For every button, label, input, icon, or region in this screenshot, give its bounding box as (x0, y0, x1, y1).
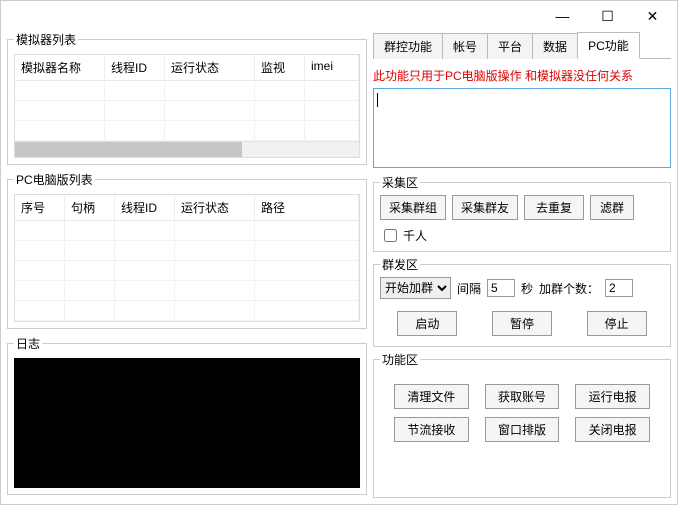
send-group: 群发区 开始加群 间隔 秒 加群个数： 启动 暂停 停止 (373, 256, 671, 347)
col-header[interactable]: 线程ID (115, 195, 175, 220)
col-header[interactable]: 运行状态 (175, 195, 255, 220)
throttle-recv-button[interactable]: 节流接收 (394, 417, 469, 442)
warning-text: 此功能只用于PC电脑版操作 和模拟器没任何关系 (373, 65, 671, 88)
table-row[interactable] (15, 301, 359, 321)
col-header[interactable]: 模拟器名称 (15, 55, 105, 80)
dedup-button[interactable]: 去重复 (524, 195, 584, 220)
thousand-checkbox-text: 千人 (403, 227, 427, 244)
collect-group: 采集区 采集群组 采集群友 去重复 滤群 千人 (373, 174, 671, 252)
minimize-button[interactable]: — (540, 2, 585, 30)
emulator-list-legend: 模拟器列表 (14, 31, 78, 48)
col-header[interactable]: imei (305, 55, 359, 80)
col-header[interactable]: 运行状态 (165, 55, 255, 80)
tab-group-control[interactable]: 群控功能 (373, 33, 443, 59)
log-group: 日志 (7, 335, 367, 495)
table-row[interactable] (15, 221, 359, 241)
tab-bar: 群控功能 帐号 平台 数据 PC功能 (373, 31, 671, 59)
pc-list-legend: PC电脑版列表 (14, 171, 95, 188)
emulator-grid[interactable]: 模拟器名称 线程ID 运行状态 监视 imei (14, 54, 360, 158)
col-header[interactable]: 监视 (255, 55, 305, 80)
tab-data[interactable]: 数据 (532, 33, 578, 59)
maximize-button[interactable]: ☐ (585, 2, 630, 30)
collect-legend: 采集区 (380, 174, 420, 191)
stop-button[interactable]: 停止 (587, 311, 647, 336)
count-label: 加群个数： (539, 280, 599, 297)
table-row[interactable] (15, 281, 359, 301)
interval-label: 间隔 (457, 280, 481, 297)
table-row[interactable] (15, 261, 359, 281)
thousand-checkbox[interactable] (384, 229, 397, 242)
pc-grid[interactable]: 序号 句柄 线程ID 运行状态 路径 (14, 194, 360, 322)
emulator-list-group: 模拟器列表 模拟器名称 线程ID 运行状态 监视 imei (7, 31, 367, 165)
function-group: 功能区 清理文件 获取账号 运行电报 节流接收 窗口排版 关闭电报 (373, 351, 671, 498)
start-button[interactable]: 启动 (397, 311, 457, 336)
collect-group-button[interactable]: 采集群组 (380, 195, 446, 220)
col-header[interactable]: 句柄 (65, 195, 115, 220)
send-legend: 群发区 (380, 256, 420, 273)
thousand-checkbox-label[interactable]: 千人 (380, 226, 427, 245)
log-output (14, 358, 360, 488)
main-textarea[interactable] (373, 88, 671, 168)
close-button[interactable]: ✕ (630, 2, 675, 30)
tab-account[interactable]: 帐号 (442, 33, 488, 59)
pc-list-group: PC电脑版列表 序号 句柄 线程ID 运行状态 路径 (7, 171, 367, 329)
close-telegram-button[interactable]: 关闭电报 (575, 417, 650, 442)
pause-button[interactable]: 暂停 (492, 311, 552, 336)
tab-pc-function[interactable]: PC功能 (577, 32, 640, 59)
col-header[interactable]: 序号 (15, 195, 65, 220)
table-row[interactable] (15, 101, 359, 121)
col-header[interactable]: 线程ID (105, 55, 165, 80)
log-legend: 日志 (14, 335, 42, 352)
count-input[interactable] (605, 279, 633, 297)
app-window: — ☐ ✕ 模拟器列表 模拟器名称 线程ID 运行状态 监视 imei (0, 0, 678, 505)
seconds-label: 秒 (521, 280, 533, 297)
get-account-button[interactable]: 获取账号 (485, 384, 560, 409)
table-row[interactable] (15, 81, 359, 101)
run-telegram-button[interactable]: 运行电报 (575, 384, 650, 409)
tab-platform[interactable]: 平台 (487, 33, 533, 59)
collect-friend-button[interactable]: 采集群友 (452, 195, 518, 220)
table-row[interactable] (15, 121, 359, 141)
interval-input[interactable] (487, 279, 515, 297)
filter-group-button[interactable]: 滤群 (590, 195, 634, 220)
start-add-select[interactable]: 开始加群 (380, 277, 451, 299)
titlebar: — ☐ ✕ (1, 1, 677, 31)
function-legend: 功能区 (380, 351, 420, 368)
table-row[interactable] (15, 241, 359, 261)
horizontal-scrollbar[interactable] (15, 141, 359, 157)
col-header[interactable]: 路径 (255, 195, 359, 220)
window-layout-button[interactable]: 窗口排版 (485, 417, 560, 442)
clean-file-button[interactable]: 清理文件 (394, 384, 469, 409)
